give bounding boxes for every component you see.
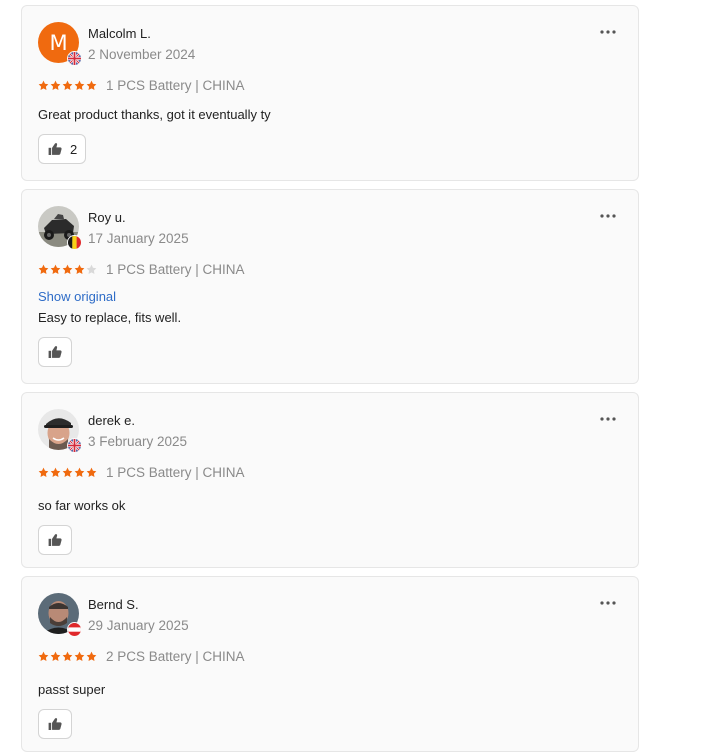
star-rating <box>38 467 98 478</box>
helpful-button[interactable]: 2 <box>38 134 87 164</box>
star-icon <box>62 467 73 478</box>
star-icon <box>86 467 97 478</box>
review-date: 17 January 2025 <box>88 231 189 246</box>
star-icon <box>62 80 73 91</box>
rating-row: 2 PCS Battery | CHINA <box>38 648 245 664</box>
uk-flag-icon <box>67 438 82 453</box>
thumbs-up-icon <box>47 532 63 548</box>
star-empty-icon <box>86 264 97 275</box>
more-options-button[interactable] <box>598 24 618 40</box>
more-horizontal-icon <box>600 417 616 421</box>
helpful-button[interactable] <box>38 337 72 367</box>
review-text: Great product thanks, got it eventually … <box>38 107 271 122</box>
review-card: derek e. 3 February 2025 1 PCS Battery |… <box>21 392 639 568</box>
more-options-button[interactable] <box>598 411 618 427</box>
belgium-flag-icon <box>67 235 82 250</box>
austria-flag-icon <box>67 622 82 637</box>
avatar <box>38 206 82 250</box>
star-icon <box>50 651 61 662</box>
product-variant: 1 PCS Battery | CHINA <box>106 464 245 480</box>
star-icon <box>62 651 73 662</box>
rating-row: 1 PCS Battery | CHINA <box>38 77 245 93</box>
star-icon <box>74 264 85 275</box>
avatar: M <box>38 22 82 66</box>
avatar <box>38 593 82 637</box>
star-icon <box>86 651 97 662</box>
star-rating <box>38 80 98 91</box>
more-options-button[interactable] <box>598 208 618 224</box>
star-icon <box>50 80 61 91</box>
more-options-button[interactable] <box>598 595 618 611</box>
rating-row: 1 PCS Battery | CHINA <box>38 261 245 277</box>
star-icon <box>38 467 49 478</box>
show-original-link[interactable]: Show original <box>38 289 116 304</box>
more-horizontal-icon <box>600 601 616 605</box>
star-icon <box>86 80 97 91</box>
review-text: passt super <box>38 682 106 697</box>
reviewer-name: Bernd S. <box>88 597 139 612</box>
star-icon <box>50 264 61 275</box>
star-icon <box>38 264 49 275</box>
review-card: Roy u. 17 January 2025 1 PCS Battery | C… <box>21 189 639 384</box>
review-text: so far works ok <box>38 498 126 513</box>
avatar <box>38 409 82 453</box>
helpful-count: 2 <box>70 141 78 157</box>
thumbs-up-icon <box>47 716 63 732</box>
review-date: 2 November 2024 <box>88 47 196 62</box>
uk-flag-icon <box>67 51 82 66</box>
product-variant: 1 PCS Battery | CHINA <box>106 261 245 277</box>
star-icon <box>74 80 85 91</box>
review-date: 3 February 2025 <box>88 434 188 449</box>
thumbs-up-icon <box>47 344 63 360</box>
review-card: M Malcolm L. 2 November 2024 1 PCS Batte… <box>21 5 639 181</box>
review-card: Bernd S. 29 January 2025 2 PCS Battery |… <box>21 576 639 752</box>
star-icon <box>74 651 85 662</box>
star-icon <box>74 467 85 478</box>
rating-row: 1 PCS Battery | CHINA <box>38 464 245 480</box>
review-date: 29 January 2025 <box>88 618 189 633</box>
reviewer-name: Malcolm L. <box>88 26 151 41</box>
more-horizontal-icon <box>600 214 616 218</box>
star-icon <box>38 651 49 662</box>
helpful-button[interactable] <box>38 709 72 739</box>
product-variant: 2 PCS Battery | CHINA <box>106 648 245 664</box>
star-rating <box>38 651 98 662</box>
star-rating <box>38 264 98 275</box>
star-icon <box>38 80 49 91</box>
review-text: Easy to replace, fits well. <box>38 310 182 325</box>
star-icon <box>50 467 61 478</box>
star-icon <box>62 264 73 275</box>
reviewer-name: Roy u. <box>88 210 126 225</box>
reviewer-name: derek e. <box>88 413 135 428</box>
product-variant: 1 PCS Battery | CHINA <box>106 77 245 93</box>
helpful-button[interactable] <box>38 525 72 555</box>
more-horizontal-icon <box>600 30 616 34</box>
thumbs-up-icon <box>47 141 63 157</box>
